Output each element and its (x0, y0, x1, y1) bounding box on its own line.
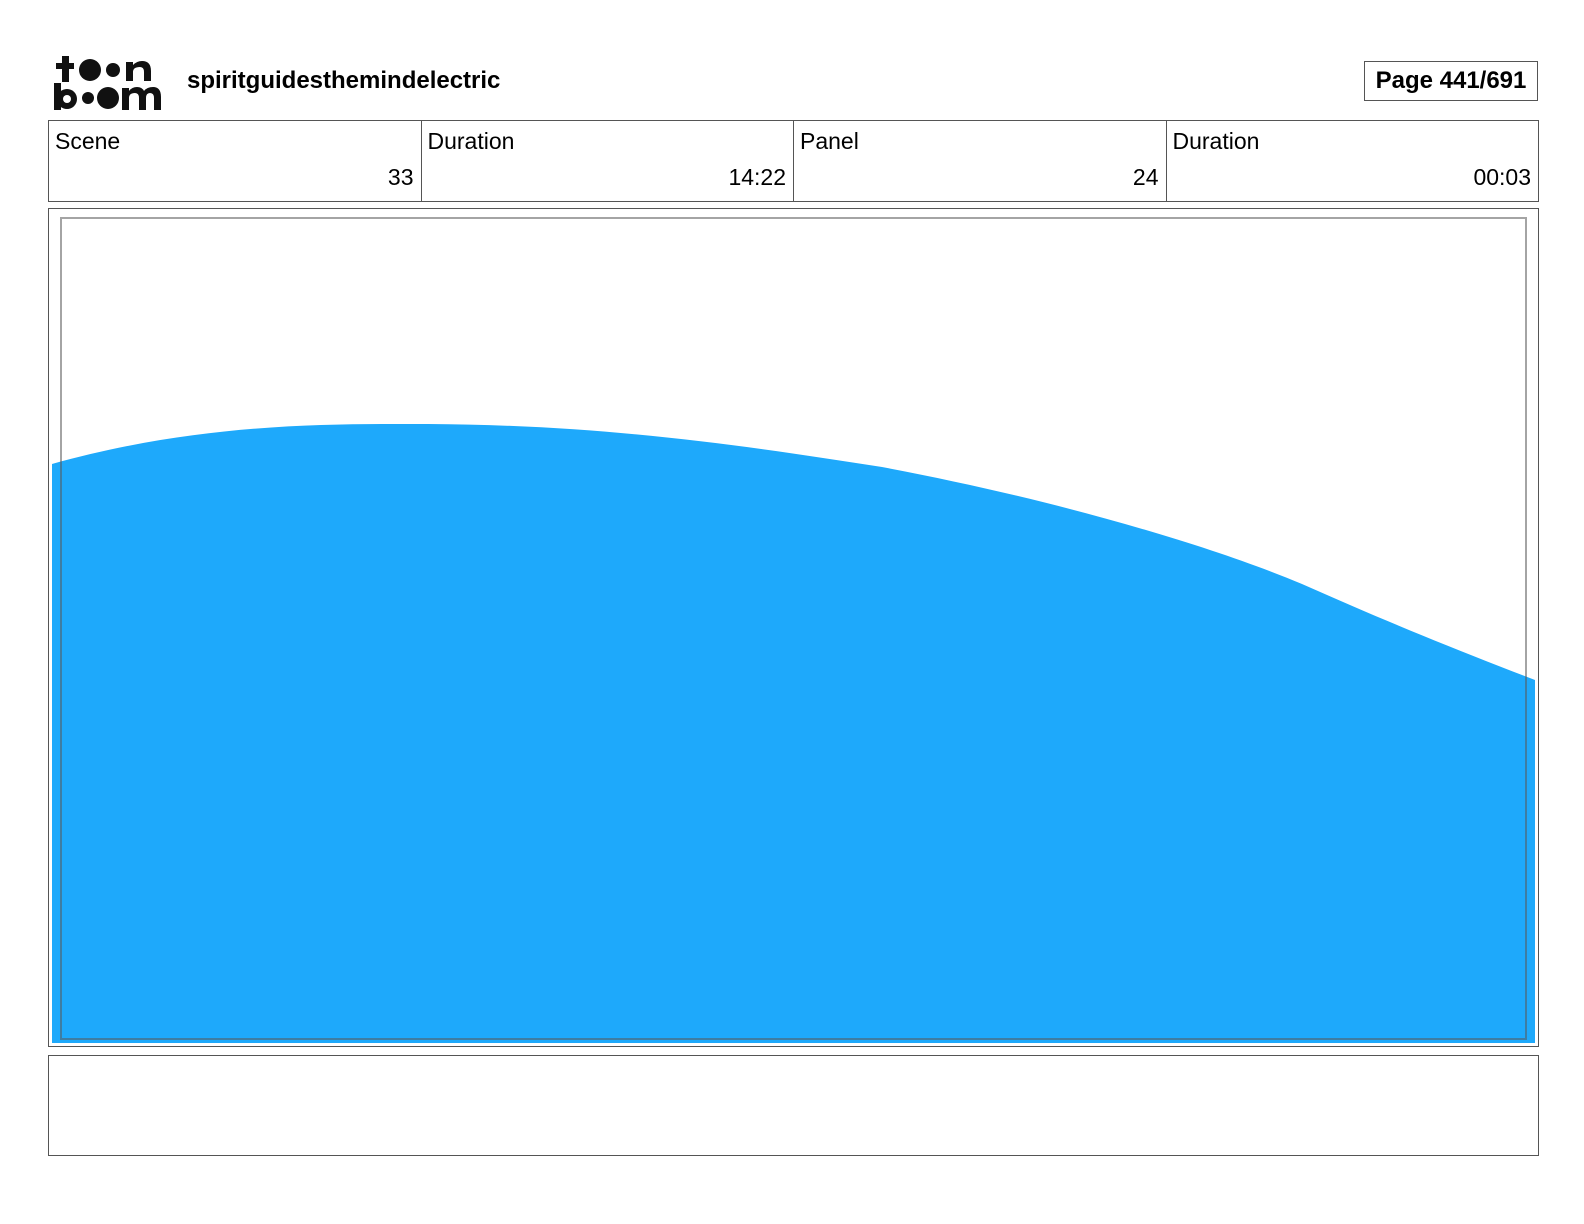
panel-notes-box[interactable] (48, 1055, 1539, 1156)
scene-duration-label: Duration (427, 128, 515, 154)
scene-duration-cell: Duration 14:22 (422, 121, 794, 201)
page-indicator: Page 441/691 (1364, 61, 1538, 101)
panel-label: Panel (800, 128, 859, 154)
panel-info-table: Scene 33 Duration 14:22 Panel 24 Duratio… (48, 120, 1539, 202)
panel-duration-label: Duration (1172, 128, 1260, 154)
scene-cell: Scene 33 (49, 121, 422, 201)
toon-boom-logo (54, 56, 161, 110)
panel-duration-cell: Duration 00:03 (1167, 121, 1539, 201)
scene-label: Scene (55, 128, 121, 154)
panel-value: 24 (1132, 164, 1159, 190)
panel-cell: Panel 24 (794, 121, 1167, 201)
scene-value: 33 (387, 164, 414, 190)
scene-duration-value: 14:22 (728, 164, 786, 190)
panel-duration-value: 00:03 (1473, 164, 1531, 190)
project-title: spiritguidesthemindelectric (187, 67, 501, 94)
safe-area-frame (60, 217, 1527, 1040)
